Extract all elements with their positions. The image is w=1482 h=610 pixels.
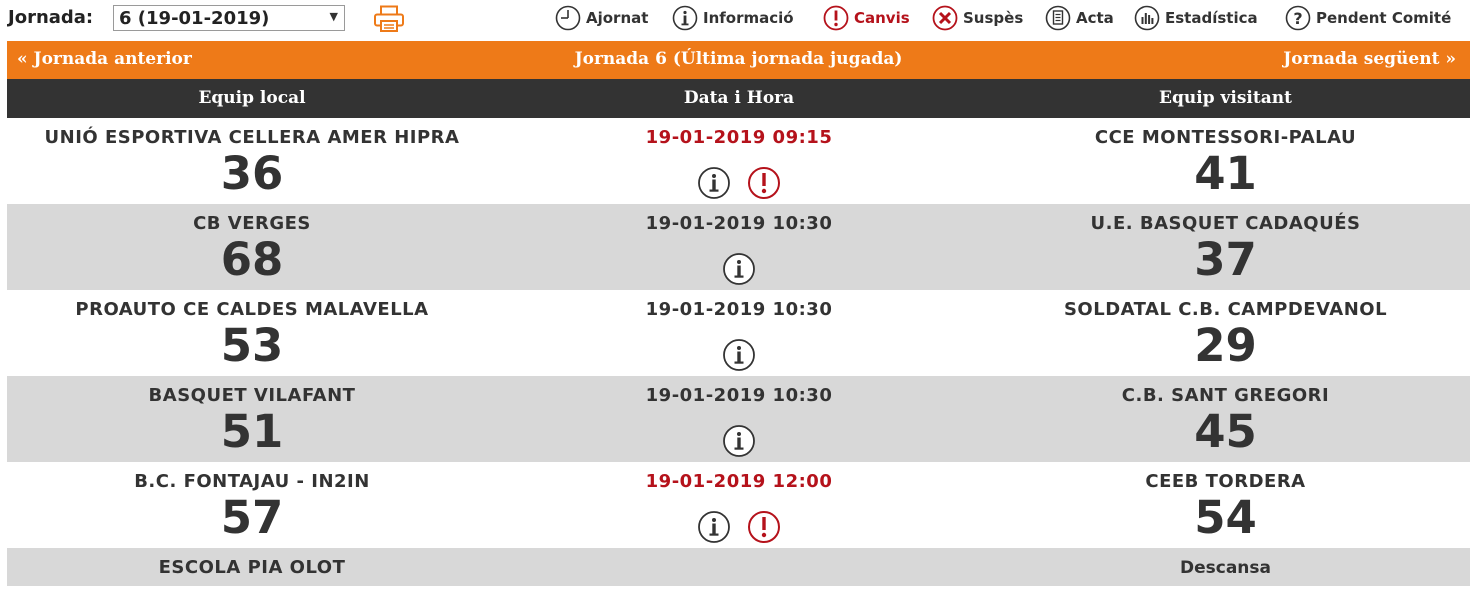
legend-label: Estadística — [1165, 9, 1258, 27]
results-table-header: Equip local Data i Hora Equip visitant — [7, 79, 1470, 118]
current-jornada-title: Jornada 6 (Última jornada jugada) — [574, 49, 903, 69]
printer-icon[interactable] — [372, 5, 406, 33]
local-score: 36 — [220, 147, 284, 200]
match-icons — [497, 338, 981, 372]
jornada-label: Jornada: — [8, 7, 94, 28]
local-score: 51 — [220, 405, 284, 458]
match-row: PROAUTO CE CALDES MALAVELLA 53 19-01-201… — [7, 290, 1470, 376]
match-icons — [497, 252, 981, 286]
info-icon[interactable] — [722, 252, 756, 286]
clock-icon — [555, 5, 581, 31]
away-score: 29 — [1194, 319, 1257, 372]
away-score: 37 — [1194, 233, 1257, 286]
local-team-name[interactable]: CB VERGES — [7, 213, 497, 234]
legend-ajornat: Ajornat — [555, 4, 648, 32]
legend-label: Ajornat — [586, 9, 649, 27]
svg-text:?: ? — [1293, 9, 1302, 28]
away-team-name[interactable]: SOLDATAL C.B. CAMPDEVANOL — [981, 299, 1470, 320]
local-team-name[interactable]: BASQUET VILAFANT — [7, 385, 497, 406]
away-score: 54 — [1194, 491, 1257, 544]
match-icons — [497, 510, 981, 544]
legend-label: Pendent Comité — [1316, 9, 1452, 27]
match-datetime: 19-01-2019 12:00 — [645, 471, 833, 492]
previous-jornada-link[interactable]: « Jornada anterior — [17, 49, 192, 69]
away-team-name[interactable]: C.B. SANT GREGORI — [981, 385, 1470, 406]
info-icon[interactable] — [697, 510, 731, 544]
next-jornada-link[interactable]: Jornada següent » — [1283, 49, 1456, 69]
bye-label: Descansa — [1179, 558, 1271, 578]
question-icon: ? — [1285, 5, 1311, 31]
legend-label: Informació — [703, 9, 794, 27]
alert-icon[interactable] — [747, 166, 781, 200]
legend-estadistica: Estadística — [1134, 4, 1258, 32]
info-icon[interactable] — [697, 166, 731, 200]
match-row: B.C. FONTAJAU - IN2IN 57 19-01-2019 12:0… — [7, 462, 1470, 548]
away-team-name[interactable]: CCE MONTESSORI-PALAU — [981, 127, 1470, 148]
header-local: Equip local — [198, 88, 306, 108]
info-icon[interactable] — [722, 424, 756, 458]
bye-team-name[interactable]: ESCOLA PIA OLOT — [7, 557, 497, 578]
legend-pendent-comite: ? Pendent Comité — [1285, 4, 1451, 32]
alert-icon — [823, 5, 849, 31]
match-row: CB VERGES 68 19-01-2019 10:30 U.E. BASQU… — [7, 204, 1470, 290]
match-icons — [497, 166, 981, 200]
stats-icon — [1134, 5, 1160, 31]
jornada-nav: Jornada 6 (Última jornada jugada) « Jorn… — [7, 41, 1470, 79]
alert-icon[interactable] — [747, 510, 781, 544]
match-icons — [497, 424, 981, 458]
jornada-select[interactable]: 6 (19-01-2019) ▼ — [113, 5, 345, 31]
match-datetime: 19-01-2019 10:30 — [645, 213, 833, 234]
match-datetime: 19-01-2019 10:30 — [645, 385, 833, 406]
jornada-select-value: 6 (19-01-2019) — [119, 8, 270, 29]
match-datetime: 19-01-2019 09:15 — [645, 127, 833, 148]
local-score: 68 — [220, 233, 284, 286]
chevron-down-icon: ▼ — [329, 10, 338, 23]
match-row: BASQUET VILAFANT 51 19-01-2019 10:30 C.B… — [7, 376, 1470, 462]
local-team-name[interactable]: UNIÓ ESPORTIVA CELLERA AMER HIPRA — [7, 127, 497, 148]
bye-row: ESCOLA PIA OLOT Descansa — [7, 548, 1470, 586]
legend-canvis: Canvis — [823, 4, 910, 32]
header-datetime: Data i Hora — [683, 88, 795, 108]
match-row: UNIÓ ESPORTIVA CELLERA AMER HIPRA 36 19-… — [7, 118, 1470, 204]
legend-informacio: Informació — [672, 4, 794, 32]
away-score: 41 — [1194, 147, 1257, 200]
toolbar: Jornada: 6 (19-01-2019) ▼ Ajornat Inform… — [0, 0, 1482, 40]
legend-label: Suspès — [963, 9, 1024, 27]
info-icon[interactable] — [722, 338, 756, 372]
local-team-name[interactable]: B.C. FONTAJAU - IN2IN — [7, 471, 497, 492]
header-away: Equip visitant — [1159, 88, 1292, 108]
legend-suspes: Suspès — [932, 4, 1023, 32]
local-score: 57 — [220, 491, 284, 544]
local-team-name[interactable]: PROAUTO CE CALDES MALAVELLA — [7, 299, 497, 320]
x-icon — [932, 5, 958, 31]
legend-acta: Acta — [1045, 4, 1114, 32]
document-icon — [1045, 5, 1071, 31]
info-icon — [672, 5, 698, 31]
away-team-name[interactable]: CEEB TORDERA — [981, 471, 1470, 492]
away-score: 45 — [1194, 405, 1257, 458]
match-datetime: 19-01-2019 10:30 — [645, 299, 833, 320]
away-team-name[interactable]: U.E. BASQUET CADAQUÉS — [981, 213, 1470, 234]
local-score: 53 — [220, 319, 284, 372]
legend-label: Acta — [1076, 9, 1114, 27]
legend-label: Canvis — [854, 9, 910, 27]
